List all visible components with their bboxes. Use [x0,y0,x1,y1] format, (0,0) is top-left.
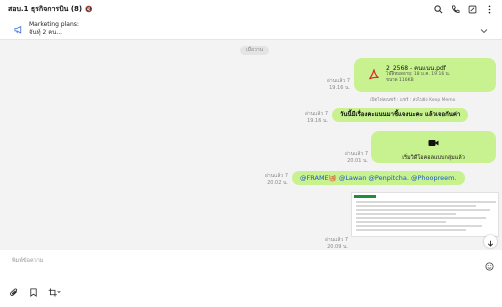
composer-toolbar [10,288,61,297]
message-composer: พิมพ์ข้อความ [0,250,502,307]
read-receipt: อ่านแล้ว 7 [304,111,328,117]
thumbnail-row [356,217,486,219]
chat-area[interactable]: เมื่อวาน อ่านแล้ว 7 19.16 น. 2_2568 - คน… [0,40,502,250]
phone-icon[interactable] [451,4,460,14]
message-time: 19.16 น. [329,85,350,91]
arrow-down-icon [487,232,494,251]
date-divider: เมื่อวาน [240,46,270,55]
message-meta: อ่านแล้ว 7 20.09 น. [296,237,348,251]
pdf-icon [368,66,380,85]
read-receipt: อ่านแล้ว 7 [326,78,350,84]
announcement-text: Marketing plans: จันทุ์ 2 คน... [29,21,79,37]
thumbnail-row [356,229,466,231]
message-meta: อ่านแล้ว 7 20.02 น. [236,173,288,187]
thumbnail-row [356,221,446,223]
message-meta: อ่านแล้ว 7 19.16 น. [276,111,328,125]
message-time: 19.16 น. [307,118,328,124]
thumbnail-row [356,205,476,207]
thumbnail-row [356,209,490,211]
read-receipt: อ่านแล้ว 7 [264,173,288,179]
mute-icon: 🔇 [85,5,93,13]
chat-title[interactable]: สอบ.1 ธุรกิจการบิน (8) [8,4,82,15]
bookmark-icon[interactable] [29,288,38,297]
chat-header: สอบ.1 ธุรกิจการบิน (8) 🔇 [0,0,502,18]
announcement-subtitle: จันทุ์ 2 คน... [29,28,63,36]
thumbnail-toolbar [354,195,376,198]
thumbnail-row [356,225,482,227]
header-actions [434,4,494,14]
file-info: 2_2568 - คนแนน.pdf ไฟล์หมดอายุ: 18 ม.ค. … [386,66,450,84]
chevron-down-icon[interactable] [480,19,488,38]
announcement-bar[interactable]: Marketing plans: จันทุ์ 2 คน... [0,18,502,40]
message-time: 20.01 น. [347,158,368,164]
message-meta: อ่านแล้ว 7 20.01 น. [316,151,368,165]
file-actions-note[interactable]: เปิดไฟลเนซร์ : แชร์ : ส่งไปยัง Keep Memo [370,96,455,103]
message-meta: อ่านแล้ว 7 19.16 น. [300,78,350,92]
crop-screenshot-icon[interactable] [48,288,61,297]
read-receipt: อ่านแล้ว 7 [344,151,368,157]
notes-icon[interactable] [468,5,477,14]
paperclip-icon[interactable] [10,288,19,297]
scroll-to-bottom-button[interactable] [484,235,497,248]
announcement-title: Marketing plans: [29,20,79,28]
file-size: ขนาด 116KB [386,78,414,83]
text-message-bubble[interactable]: วันนี้มีเรื่องคะแนนมาชี้แจงนะคะ แล้วเจอก… [332,108,469,122]
image-message-thumbnail[interactable] [351,192,499,237]
mention-message-bubble[interactable]: @FRAME🧺 @Lawan @Penpitcha. @Phoopreem. [292,171,465,185]
message-time: 20.02 น. [267,180,288,186]
search-icon[interactable] [434,4,443,14]
emoji-icon[interactable] [485,256,494,275]
file-message-bubble[interactable]: 2_2568 - คนแนน.pdf ไฟล์หมดอายุ: 18 ม.ค. … [354,58,496,92]
thumbnail-row [356,201,496,203]
video-call-bubble[interactable]: เริ่มวิดีโอคอลแบบกลุ่มแล้ว [371,131,496,163]
menu-icon[interactable] [485,5,494,14]
thumbnail-row [356,213,456,215]
video-call-label: เริ่มวิดีโอคอลแบบกลุ่มแล้ว [402,155,465,161]
read-receipt: อ่านแล้ว 7 [324,237,348,243]
megaphone-icon [14,19,23,38]
message-input[interactable]: พิมพ์ข้อความ [12,257,43,265]
video-camera-icon [428,132,439,151]
